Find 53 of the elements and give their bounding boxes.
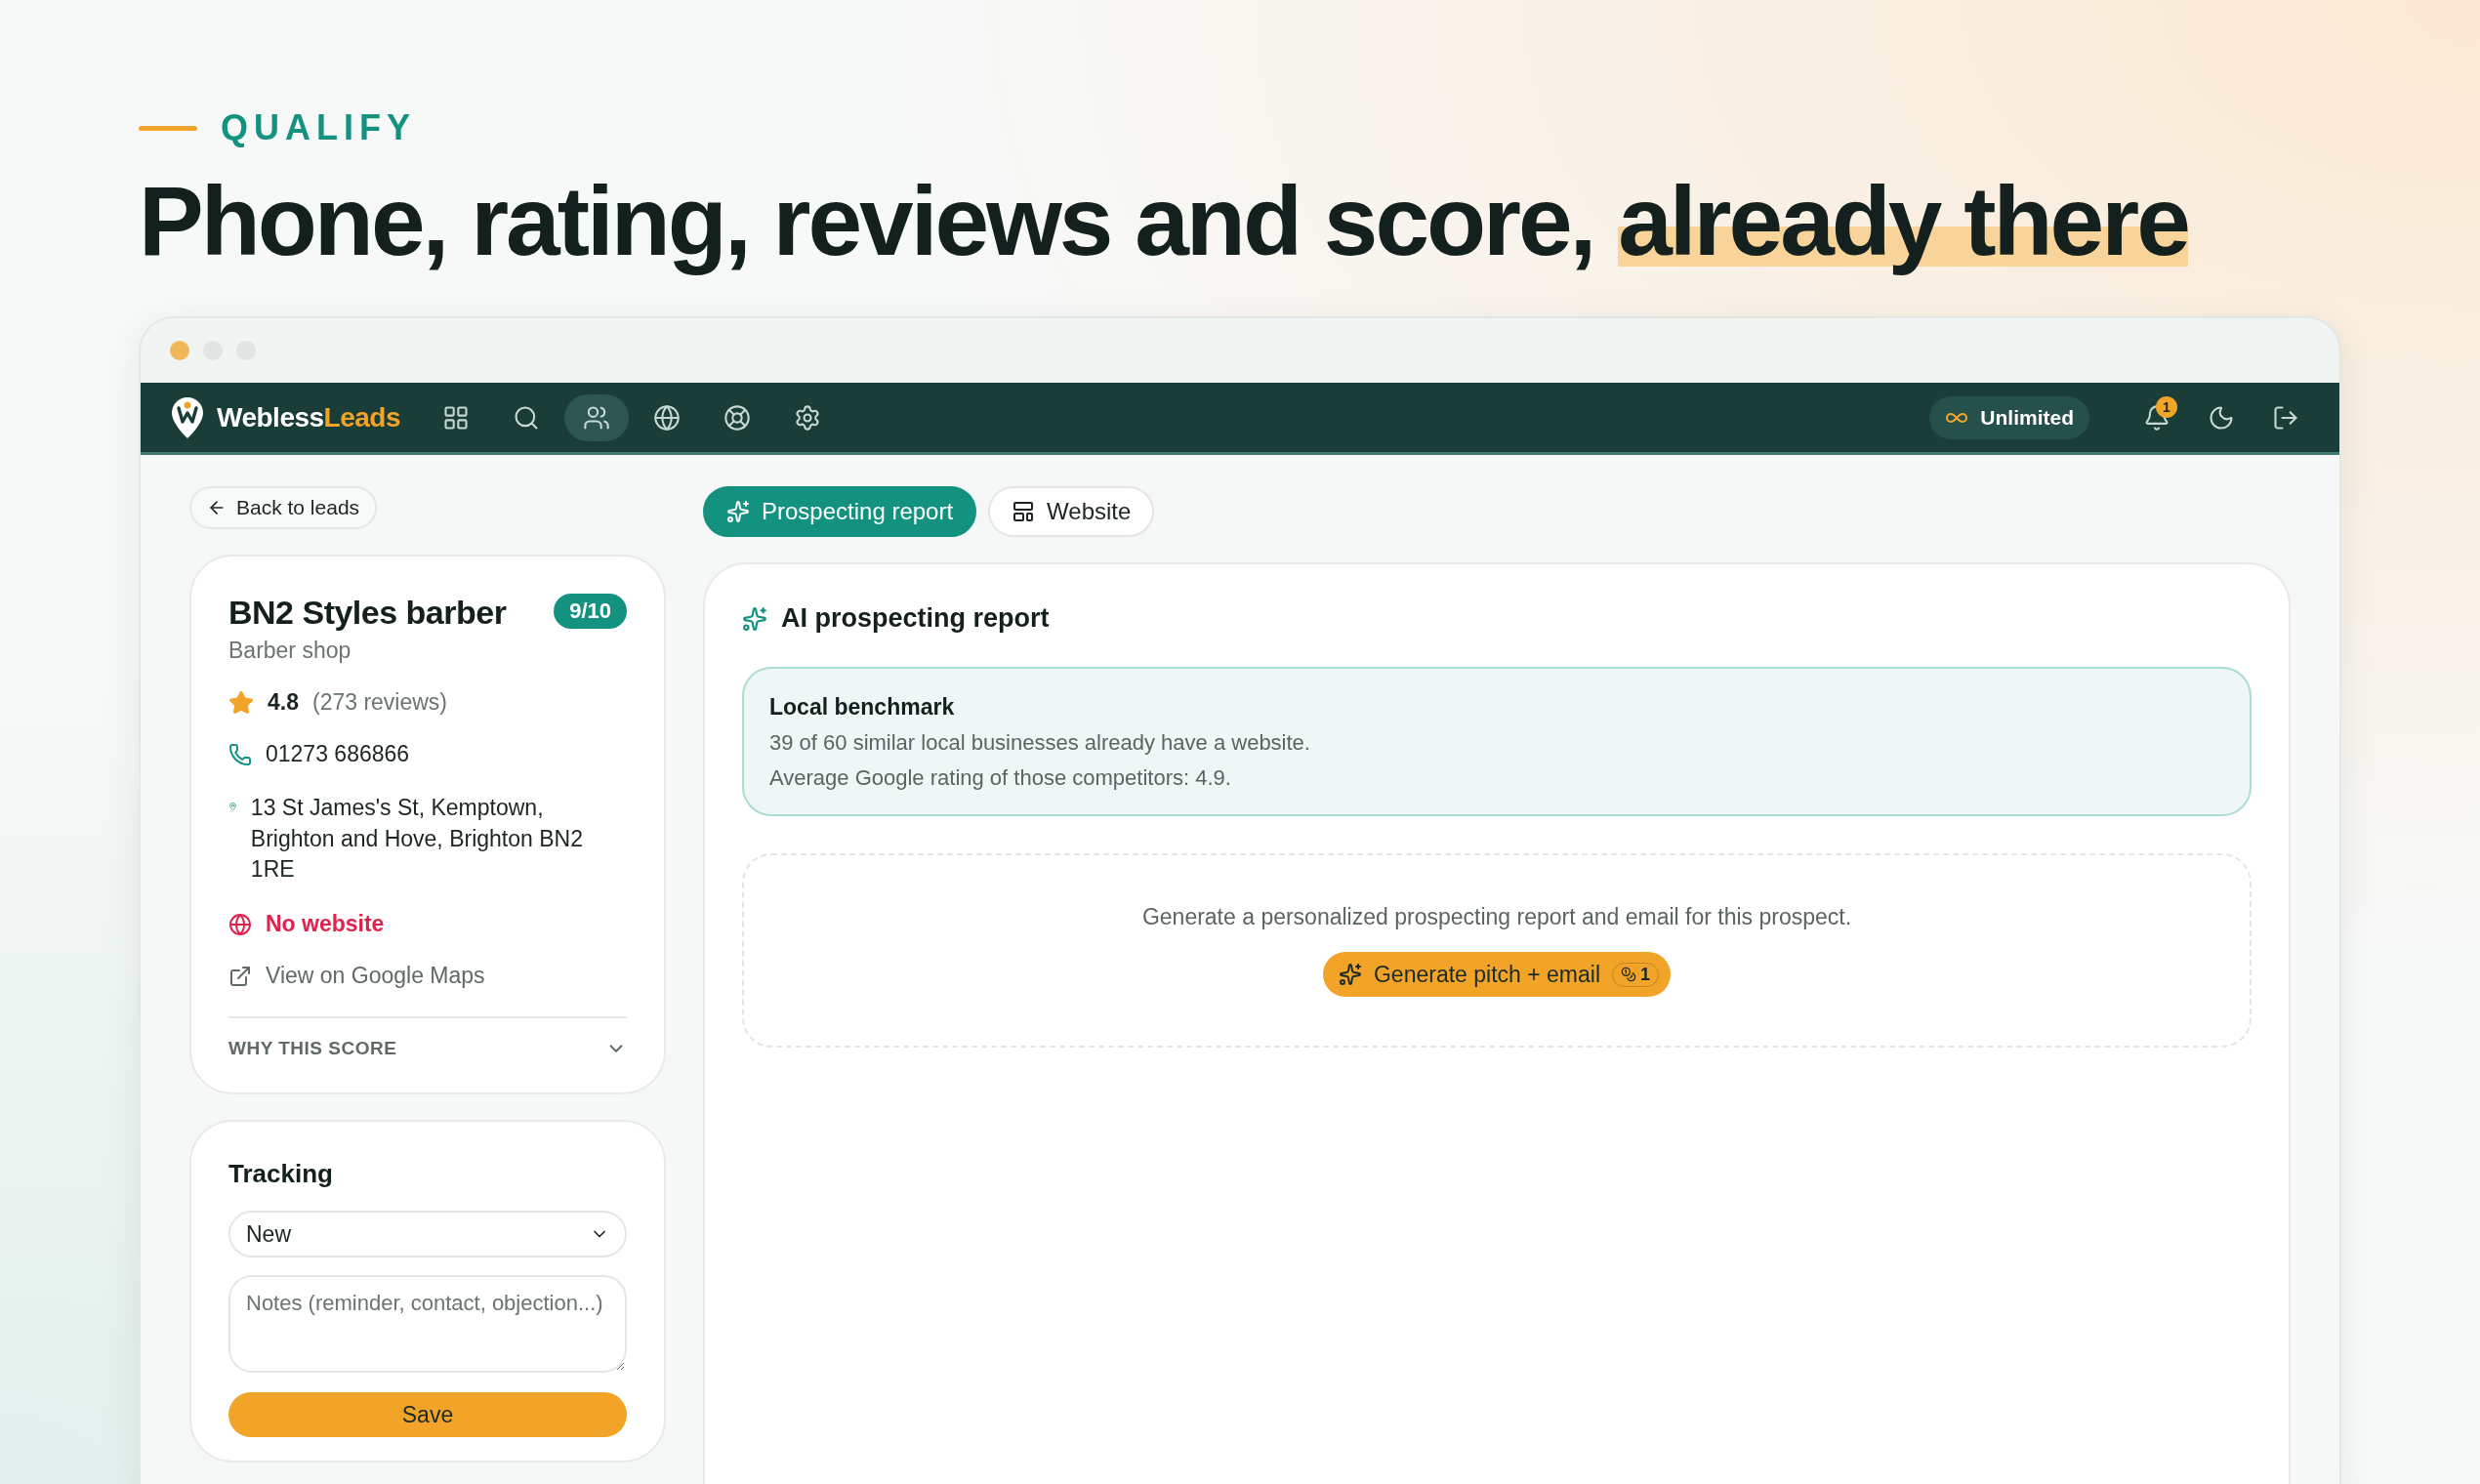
bell-icon [2143,403,2170,432]
score-badge: 9/10 [554,594,627,629]
rating-value: 4.8 [268,689,299,716]
grid-icon [442,403,471,432]
phone-icon [228,742,252,766]
save-button[interactable]: Save [228,1392,627,1438]
coins-icon [1621,967,1636,982]
back-button[interactable]: Back to leads [189,486,378,529]
lead-category: Barber shop [228,638,352,664]
tab[interactable]: Website [988,486,1155,537]
generate-button[interactable]: Generate pitch + email 1 [1322,952,1672,997]
review-count: (273 reviews) [312,689,448,716]
globe-icon [228,912,252,936]
search-icon [513,403,541,432]
generate-prompt: Generate a personalized prospecting report and email for this prospect. [1141,904,1852,930]
star-icon [228,689,254,716]
sparkles-icon [726,500,750,523]
website-status: No website [266,911,385,938]
generate-label: Generate pitch + email [1373,961,1600,988]
address-text: 13 St James's St, Kemptown, Brighton and Hove, Brighton BN2 1RE [250,794,584,885]
sparkles-icon [1338,963,1362,986]
lead-name: BN2 Styles barber [228,594,507,632]
report-title: AI prospecting report [781,603,1050,634]
map-pin-logo-icon [170,394,205,440]
plan-badge[interactable]: Unlimited [1929,395,2089,439]
brand-name[interactable]: WeblessLeads [217,401,401,433]
notes-field[interactable]: Notes (reminder, contact, objection...) [228,1275,627,1374]
benchmark-text: 39 of 60 similar local businesses already have a website. [769,730,1311,756]
benchmark-title: Local benchmark [769,694,956,721]
nav-button[interactable] [564,393,630,441]
sparkles-icon [742,605,767,632]
tracking-title: Tracking [228,1159,334,1190]
external-link-icon [228,964,252,988]
credit-count: 1 [1640,964,1651,985]
phone-number: 01273 686866 [266,741,410,767]
moon-icon [2208,403,2235,432]
notification-count: 1 [2156,395,2177,418]
plan-label: Unlimited [1980,405,2074,430]
tab[interactable]: Prospecting report [703,486,977,537]
notifications-button[interactable]: 1 [2132,393,2181,441]
why-score-toggle[interactable]: WHY THIS SCORE [228,1018,627,1070]
people-icon [583,403,611,432]
accent-line [139,125,197,131]
settings-icon [794,403,822,432]
lifebuoy-icon [723,403,752,432]
layout-icon [1012,500,1036,523]
headline: Phone, rating, reviews and score, already there [139,165,2189,277]
status-select[interactable]: New [228,1211,627,1258]
benchmark-text: Average Google rating of those competitors: 4.9. [769,765,1232,791]
google-maps-link[interactable]: View on Google Maps [266,963,485,990]
globe-icon [653,403,682,432]
eyebrow-label: QUALIFY [221,107,416,148]
logout-icon [2272,403,2299,432]
